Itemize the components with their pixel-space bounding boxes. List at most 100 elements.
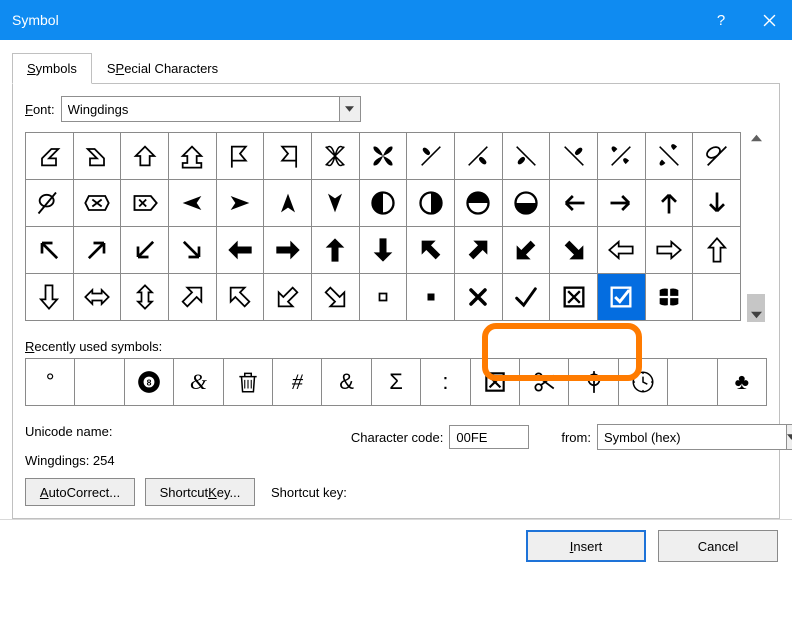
wingding-flag-outline-right[interactable] [264, 133, 312, 180]
wingding-windows-logo[interactable] [645, 274, 693, 321]
font-combo[interactable] [61, 96, 361, 122]
tab-symbols[interactable]: Symbols [12, 53, 92, 84]
wingding-arrow-down-right[interactable] [168, 227, 216, 274]
clock-symbol[interactable] [619, 359, 668, 405]
wingding-flag-outline[interactable] [216, 133, 264, 180]
wingding-box-check[interactable] [597, 274, 645, 321]
wingding-leaf-slash[interactable] [407, 133, 455, 180]
wingding-half-circle-left[interactable] [359, 180, 407, 227]
wingding-arrow-down-bold[interactable] [359, 227, 407, 274]
help-button[interactable]: ? [698, 0, 744, 40]
wingding-arrow-down[interactable] [693, 180, 741, 227]
font-dropdown-button[interactable] [339, 96, 361, 122]
ampersand-sans[interactable]: & [322, 359, 371, 405]
dialog-footer: Insert Cancel [0, 519, 792, 572]
wingding-leaf-slash-6[interactable] [645, 133, 693, 180]
wingding-blank[interactable] [693, 274, 741, 321]
degree-symbol[interactable]: ° [26, 359, 75, 405]
autocorrect-button[interactable]: AutoCorrect... [25, 478, 135, 506]
tab-bar: Symbols SPecial Characters [12, 52, 780, 83]
shortcut-key-button[interactable]: Shortcut Key... [145, 478, 255, 506]
wingding-leaf-slash-7[interactable] [693, 133, 741, 180]
wingding-cursor-left[interactable] [168, 180, 216, 227]
wingding-arrow-up-outline[interactable] [693, 227, 741, 274]
wingding-forward-arrow-outline[interactable] [73, 133, 121, 180]
tab-special-characters[interactable]: SPecial Characters [92, 53, 233, 84]
eight-ball-symbol[interactable] [125, 359, 174, 405]
wingding-petals-filled[interactable] [359, 133, 407, 180]
wingding-arrow-up-right[interactable] [73, 227, 121, 274]
wingding-arrow-up-bold[interactable] [311, 227, 359, 274]
wingding-arrow-left-right-outline[interactable] [73, 274, 121, 321]
celtic-cross-symbol[interactable] [569, 359, 618, 405]
insert-button[interactable]: Insert [526, 530, 646, 562]
shortcut-key-label: Shortcut key: [271, 485, 347, 500]
symbol-grid-scrollbar[interactable] [745, 132, 767, 321]
wingding-arrow-down-left-bold[interactable] [502, 227, 550, 274]
wingding-leaf-slash-2[interactable] [454, 133, 502, 180]
wingding-back-arrow-outline[interactable] [26, 133, 74, 180]
wingding-half-circle-right[interactable] [407, 180, 455, 227]
from-combo[interactable] [597, 424, 767, 450]
wingding-arrow-left[interactable] [550, 180, 598, 227]
from-dropdown-button[interactable] [786, 424, 792, 450]
tab-panel-symbols: Font: Recently used symbols: °&#&Σ:♣ Uni… [12, 83, 780, 519]
wingding-hex-forward[interactable] [121, 180, 169, 227]
wingding-petals-outline[interactable] [311, 133, 359, 180]
wingding-square-small-filled[interactable] [407, 274, 455, 321]
ampersand-script[interactable]: & [174, 359, 223, 405]
symbol-grid [25, 132, 741, 321]
sigma-symbol[interactable]: Σ [372, 359, 421, 405]
wingding-cursor-up[interactable] [264, 180, 312, 227]
wingding-arrow-up-left-bold[interactable] [407, 227, 455, 274]
wingding-leaf-slash-3[interactable] [502, 133, 550, 180]
wingding-leaf-slash-4[interactable] [550, 133, 598, 180]
character-code-input[interactable] [449, 425, 529, 449]
wingding-cursor-right[interactable] [216, 180, 264, 227]
wingding-arrow-down-right-bold[interactable] [550, 227, 598, 274]
wingding-arrow-left-outline[interactable] [597, 227, 645, 274]
wingding-arrow-up-right-bold[interactable] [454, 227, 502, 274]
font-input[interactable] [61, 96, 339, 122]
wingding-arrow-down-left-outline[interactable] [264, 274, 312, 321]
blank[interactable] [75, 359, 124, 405]
wingding-up-page-arrow-alt[interactable] [168, 133, 216, 180]
wingding-delete-hex[interactable] [73, 180, 121, 227]
trash-icon[interactable] [224, 359, 273, 405]
wingding-check-mark[interactable] [502, 274, 550, 321]
scroll-track[interactable] [745, 146, 767, 307]
wingding-arrow-up-right-outline[interactable] [168, 274, 216, 321]
club-symbol[interactable]: ♣ [718, 359, 766, 405]
blank-2[interactable] [668, 359, 717, 405]
scroll-up-button[interactable] [745, 132, 767, 144]
from-input[interactable] [597, 424, 786, 450]
wingding-arrow-up-left[interactable] [26, 227, 74, 274]
box-x-symbol[interactable] [471, 359, 520, 405]
cancel-button[interactable]: Cancel [658, 530, 778, 562]
wingding-arrow-up-down-outline[interactable] [121, 274, 169, 321]
wingding-arrow-up-left-outline[interactable] [216, 274, 264, 321]
wingding-arrow-right-outline[interactable] [645, 227, 693, 274]
scissors-symbol[interactable] [520, 359, 569, 405]
wingding-arrow-down-left[interactable] [121, 227, 169, 274]
wingding-arrow-left-bold[interactable] [216, 227, 264, 274]
hash-symbol[interactable]: # [273, 359, 322, 405]
wingding-arrow-down-outline[interactable] [26, 274, 74, 321]
wingding-arrow-right-bold[interactable] [264, 227, 312, 274]
wingding-up-page-arrow[interactable] [121, 133, 169, 180]
wingding-box-x[interactable] [550, 274, 598, 321]
wingding-leaf-slash-5[interactable] [597, 133, 645, 180]
unicode-name-label: Unicode name: [25, 424, 115, 439]
wingding-half-circle-bottom[interactable] [502, 180, 550, 227]
wingding-arrow-up[interactable] [645, 180, 693, 227]
wingding-half-circle-top[interactable] [454, 180, 502, 227]
scroll-down-button[interactable] [745, 309, 767, 321]
wingding-cursor-down[interactable] [311, 180, 359, 227]
wingding-arrow-right[interactable] [597, 180, 645, 227]
wingding-x-mark[interactable] [454, 274, 502, 321]
wingding-arrow-down-right-outline[interactable] [311, 274, 359, 321]
colon-symbol[interactable]: : [421, 359, 470, 405]
wingding-no-symbol[interactable] [26, 180, 74, 227]
close-button[interactable] [746, 0, 792, 40]
wingding-square-small-outline[interactable] [359, 274, 407, 321]
